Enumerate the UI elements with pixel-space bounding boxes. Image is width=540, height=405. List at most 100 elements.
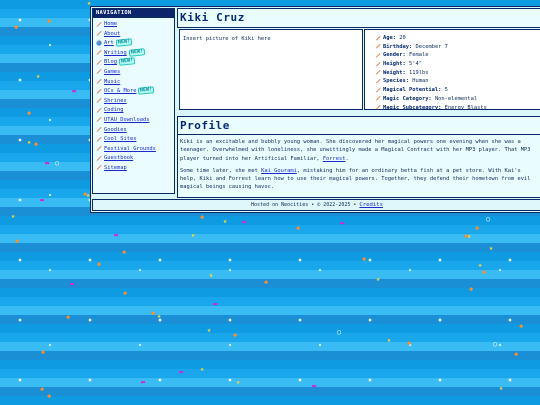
star-icon: ★ [489, 244, 494, 252]
fish-icon: ◆ [151, 309, 156, 317]
stat-row: Magic Subcategory: Energy Blasts [375, 104, 540, 113]
fish-icon: ▬ [70, 280, 75, 288]
fish-icon: ◆ [97, 260, 102, 268]
star-icon: ★ [376, 275, 381, 283]
fish-icon: ▬ [340, 219, 345, 227]
fish-icon: ◆ [296, 224, 301, 232]
fish-icon: ▬ [72, 87, 77, 95]
nav-link[interactable]: Guestbook [104, 155, 133, 161]
stat-row: Height: 5'4" [375, 60, 540, 69]
pencil-icon [96, 79, 102, 84]
nav-list: Home About Art NEW! Writing NEW! Blog NEW! … [93, 18, 174, 174]
stat-value: December 7 [415, 43, 448, 50]
nav-item-games[interactable]: Games [96, 68, 172, 78]
forrest-link[interactable]: Forrest [323, 156, 346, 162]
pencil-icon [96, 31, 102, 36]
fish-icon: ◆ [41, 348, 46, 356]
fish-icon: ◆ [83, 190, 88, 198]
nav-item-blog[interactable]: Blog NEW! [96, 57, 172, 68]
nav-item-music[interactable]: Music [96, 78, 172, 88]
pencil-icon [96, 155, 102, 161]
character-picture-box: Insert picture of Kiki here [179, 29, 363, 110]
fish-icon: ◆ [475, 224, 480, 232]
pencil-icon [96, 59, 102, 65]
nav-item-shrines[interactable]: Shrines [96, 97, 172, 107]
kai-gourami-link[interactable]: Kai Gourami [261, 168, 297, 174]
stat-value: Non-elemental [434, 95, 478, 102]
pencil-icon [96, 50, 102, 55]
nav-link[interactable]: Sitemap [104, 165, 127, 171]
pencil-icon [96, 107, 102, 113]
pencil-icon [376, 78, 381, 84]
star-icon: ★ [27, 138, 32, 146]
fish-icon: ▬ [179, 368, 184, 376]
star-icon: ★ [236, 378, 241, 386]
nav-link[interactable]: Cool Sites [104, 136, 136, 142]
fish-icon: ◆ [264, 278, 269, 286]
stat-row: Age: 20 [375, 34, 540, 43]
stat-value: 20 [399, 35, 406, 41]
nav-item-goodies[interactable]: Goodies [96, 126, 172, 136]
fish-icon: ◆ [40, 385, 45, 393]
nav-link[interactable]: UTAU Downloads [104, 117, 149, 123]
pencil-icon [96, 165, 102, 170]
page-title: Kiki Cruz [180, 11, 246, 24]
nav-link[interactable]: Games [104, 69, 120, 75]
nav-link[interactable]: Music [104, 79, 120, 85]
pencil-icon [376, 35, 381, 40]
pencil-icon [376, 105, 381, 110]
fish-icon: ◆ [482, 268, 487, 276]
nav-link[interactable]: OCs & More [104, 88, 136, 94]
new-badge: NEW! [128, 47, 146, 57]
fish-icon: ▬ [312, 382, 317, 390]
pencil-icon [376, 96, 381, 101]
stat-row: Magical Potential: 5 [375, 86, 540, 95]
pencil-icon [376, 44, 381, 49]
fish-icon: ▬ [141, 378, 146, 386]
fish-icon: ◆ [362, 255, 367, 263]
fish-icon: ◆ [514, 350, 519, 358]
nav-link[interactable]: About [104, 31, 120, 37]
nav-link[interactable]: Blog [104, 59, 117, 65]
fish-icon: ◆ [464, 232, 469, 240]
nav-item-home[interactable]: Home [96, 20, 172, 30]
nav-item-festival[interactable]: Festival Grounds [96, 145, 172, 155]
nav-link[interactable]: Festival Grounds [104, 146, 156, 152]
nav-item-art[interactable]: Art NEW! [96, 38, 172, 49]
fish-icon: ◆ [34, 140, 39, 148]
nav-link[interactable]: Home [104, 21, 117, 27]
footer-text: Hosted on Neocities • © 2022-2025 • [251, 202, 360, 208]
fish-icon: ◆ [66, 313, 71, 321]
stat-value: 5 [444, 87, 448, 94]
nav-item-guestbook[interactable]: Guestbook [96, 154, 172, 164]
stat-label: Weight: [383, 69, 406, 76]
credits-link[interactable]: Credits [359, 202, 383, 208]
star-icon: ★ [11, 212, 16, 220]
profile-heading: Profile [178, 117, 540, 135]
nav-link[interactable]: Art [104, 40, 114, 46]
stat-value: 5'4" [408, 61, 422, 68]
nav-item-coding[interactable]: Coding [96, 106, 172, 116]
nav-item-cool-sites[interactable]: Cool Sites [96, 135, 172, 145]
nav-title: NAVIGATION [93, 9, 174, 18]
stat-label: Magic Subcategory: [383, 104, 442, 111]
stat-row: Birthday: December 7 [375, 43, 540, 52]
nav-item-sitemap[interactable]: Sitemap [96, 164, 172, 174]
fish-icon: ◆ [15, 237, 20, 245]
nav-item-about[interactable]: About [96, 30, 172, 40]
star-icon: ★ [387, 336, 392, 344]
nav-link[interactable]: Shrines [104, 98, 127, 104]
new-badge: NEW! [118, 57, 136, 67]
pencil-icon [376, 61, 381, 67]
nav-item-ocs[interactable]: OCs & More NEW! [96, 86, 172, 97]
nav-link[interactable]: Writing [104, 50, 127, 56]
pencil-icon [96, 88, 102, 94]
nav-item-utau[interactable]: UTAU Downloads [96, 116, 172, 126]
bubble-icon: ○ [493, 340, 498, 348]
stat-label: Birthday: [383, 43, 413, 50]
pencil-icon [376, 70, 381, 75]
fish-icon: ◆ [47, 392, 52, 400]
stats-list: Age: 20 Birthday: December 7 Gender: Fem… [365, 30, 540, 112]
nav-link[interactable]: Coding [104, 107, 123, 113]
nav-link[interactable]: Goodies [104, 127, 127, 133]
